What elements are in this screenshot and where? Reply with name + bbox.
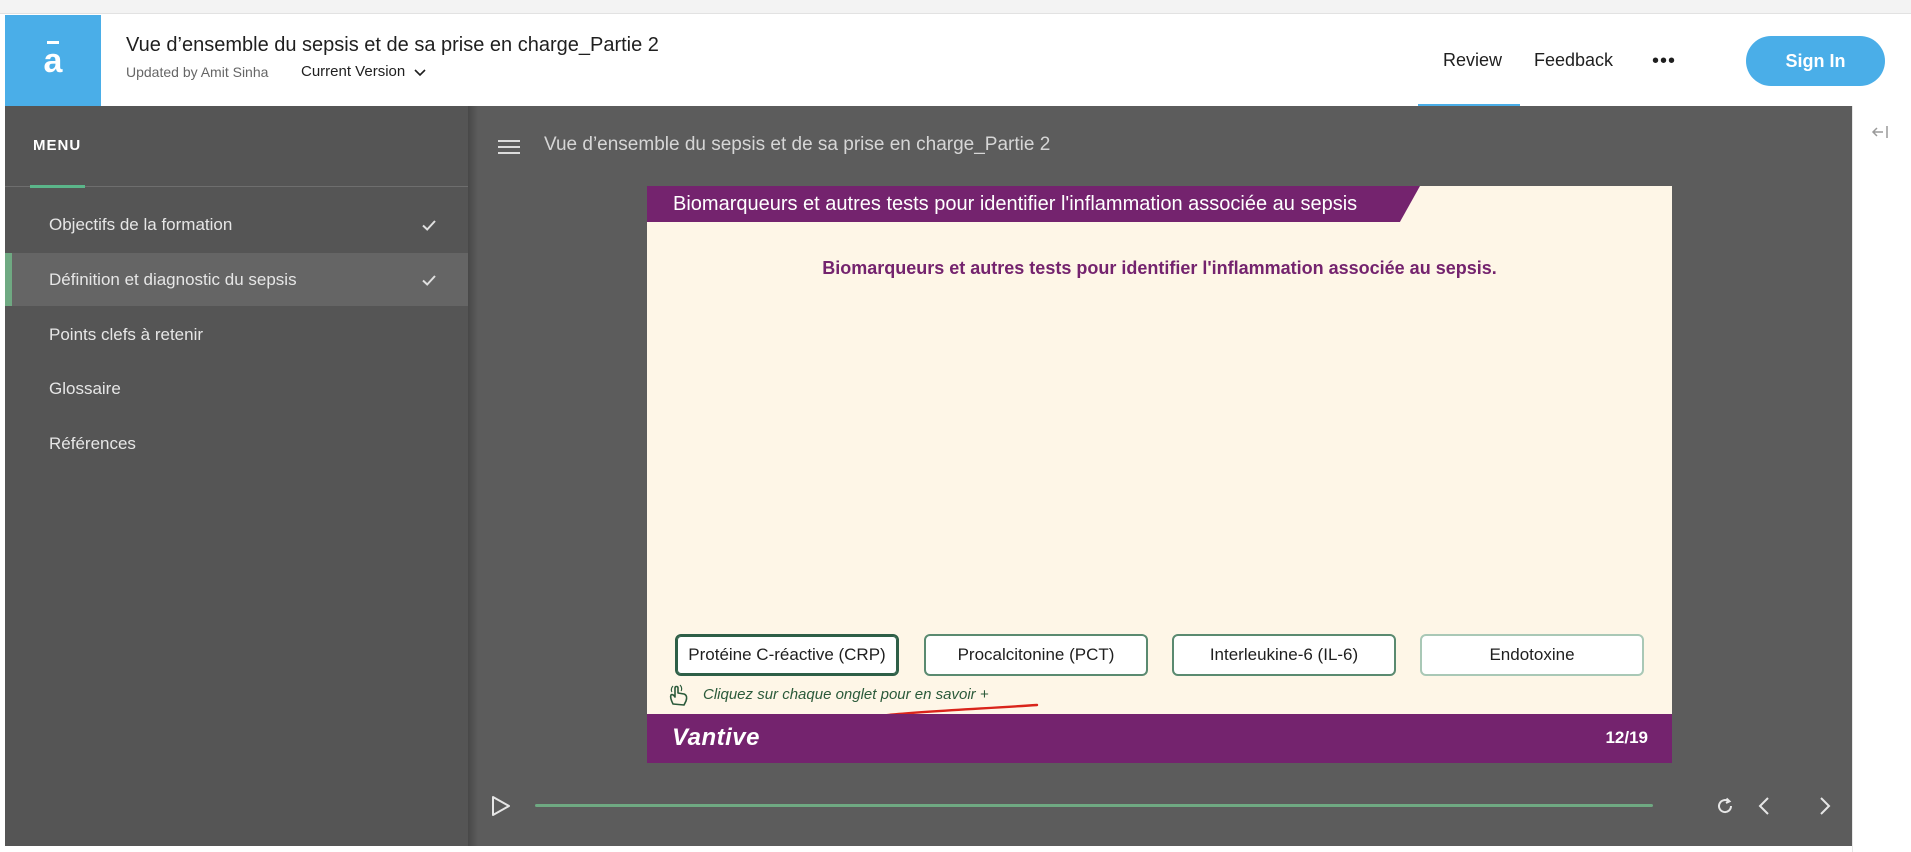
browser-tab-strip (0, 0, 1911, 14)
sidebar-item-label: Objectifs de la formation (49, 214, 233, 234)
sidebar-item-objectifs[interactable]: Objectifs de la formation (5, 198, 468, 251)
sidebar-item-label: Points clefs à retenir (49, 324, 204, 344)
player-title: Vue d’ensemble du sepsis et de sa prise … (544, 134, 1051, 155)
tab-crp[interactable]: Protéine C-réactive (CRP) (675, 634, 899, 676)
brand-logo: Vantive (672, 724, 760, 751)
bottom-edge (5, 846, 1852, 852)
chevron-left-icon[interactable] (1753, 794, 1777, 818)
chevron-down-icon (414, 68, 426, 76)
feedback-link[interactable]: Feedback (1534, 50, 1613, 71)
sign-in-button[interactable]: Sign In (1746, 36, 1885, 86)
app-logo[interactable]: a (5, 15, 101, 106)
hand-pointer-icon (669, 684, 688, 706)
left-edge (0, 106, 5, 852)
progress-bar[interactable] (535, 804, 1653, 807)
player-divider-shadow (468, 106, 478, 846)
sidebar-item-label: Glossaire (49, 378, 121, 398)
sidebar-item-label: Références (49, 433, 136, 453)
updated-by-text: Updated by Amit Sinha (126, 64, 269, 80)
more-options-icon[interactable]: ••• (1652, 50, 1676, 73)
slide-banner: Biomarqueurs et autres tests pour identi… (647, 186, 1420, 222)
slide-page-number: 12/19 (1605, 728, 1648, 747)
review-link[interactable]: Review (1443, 50, 1502, 71)
lesson-player: Vue d’ensemble du sepsis et de sa prise … (468, 106, 1852, 846)
version-dropdown[interactable]: Current Version (301, 63, 427, 80)
sidebar-item-references[interactable]: Références (5, 417, 468, 470)
slide-subtitle: Biomarqueurs et autres tests pour identi… (822, 258, 1497, 278)
tab-il6[interactable]: Interleukine-6 (IL-6) (1172, 634, 1396, 676)
hamburger-icon[interactable] (498, 138, 520, 156)
right-panel (1852, 106, 1911, 852)
sidebar-item-points-clefs[interactable]: Points clefs à retenir (5, 308, 468, 361)
sidebar-item-definition[interactable]: Définition et diagnostic du sepsis (5, 253, 468, 306)
collapse-panel-icon[interactable] (1869, 120, 1893, 144)
menu-title: MENU (33, 137, 82, 154)
check-icon (422, 275, 436, 286)
tab-pct[interactable]: Procalcitonine (PCT) (924, 634, 1148, 676)
version-label: Current Version (301, 63, 406, 80)
slide-banner-text: Biomarqueurs et autres tests pour identi… (673, 192, 1358, 215)
tab-endotoxine[interactable]: Endotoxine (1420, 634, 1644, 676)
sidebar-menu: MENU Objectifs de la formation Définitio… (5, 106, 468, 846)
course-title: Vue d’ensemble du sepsis et de sa prise … (126, 34, 659, 56)
menu-accent-bar (30, 185, 85, 188)
play-icon[interactable] (490, 794, 512, 818)
slide-canvas: Biomarqueurs et autres tests pour identi… (647, 186, 1672, 763)
replay-icon[interactable] (1713, 794, 1737, 818)
app-header: a Vue d’ensemble du sepsis et de sa pris… (0, 14, 1911, 106)
chevron-right-icon[interactable] (1812, 794, 1836, 818)
slide-footer: Vantive 12/19 (647, 714, 1672, 763)
check-icon (422, 220, 436, 231)
sidebar-item-label: Définition et diagnostic du sepsis (49, 269, 297, 289)
logo-glyph: a (43, 40, 63, 80)
sidebar-item-glossaire[interactable]: Glossaire (5, 362, 468, 415)
